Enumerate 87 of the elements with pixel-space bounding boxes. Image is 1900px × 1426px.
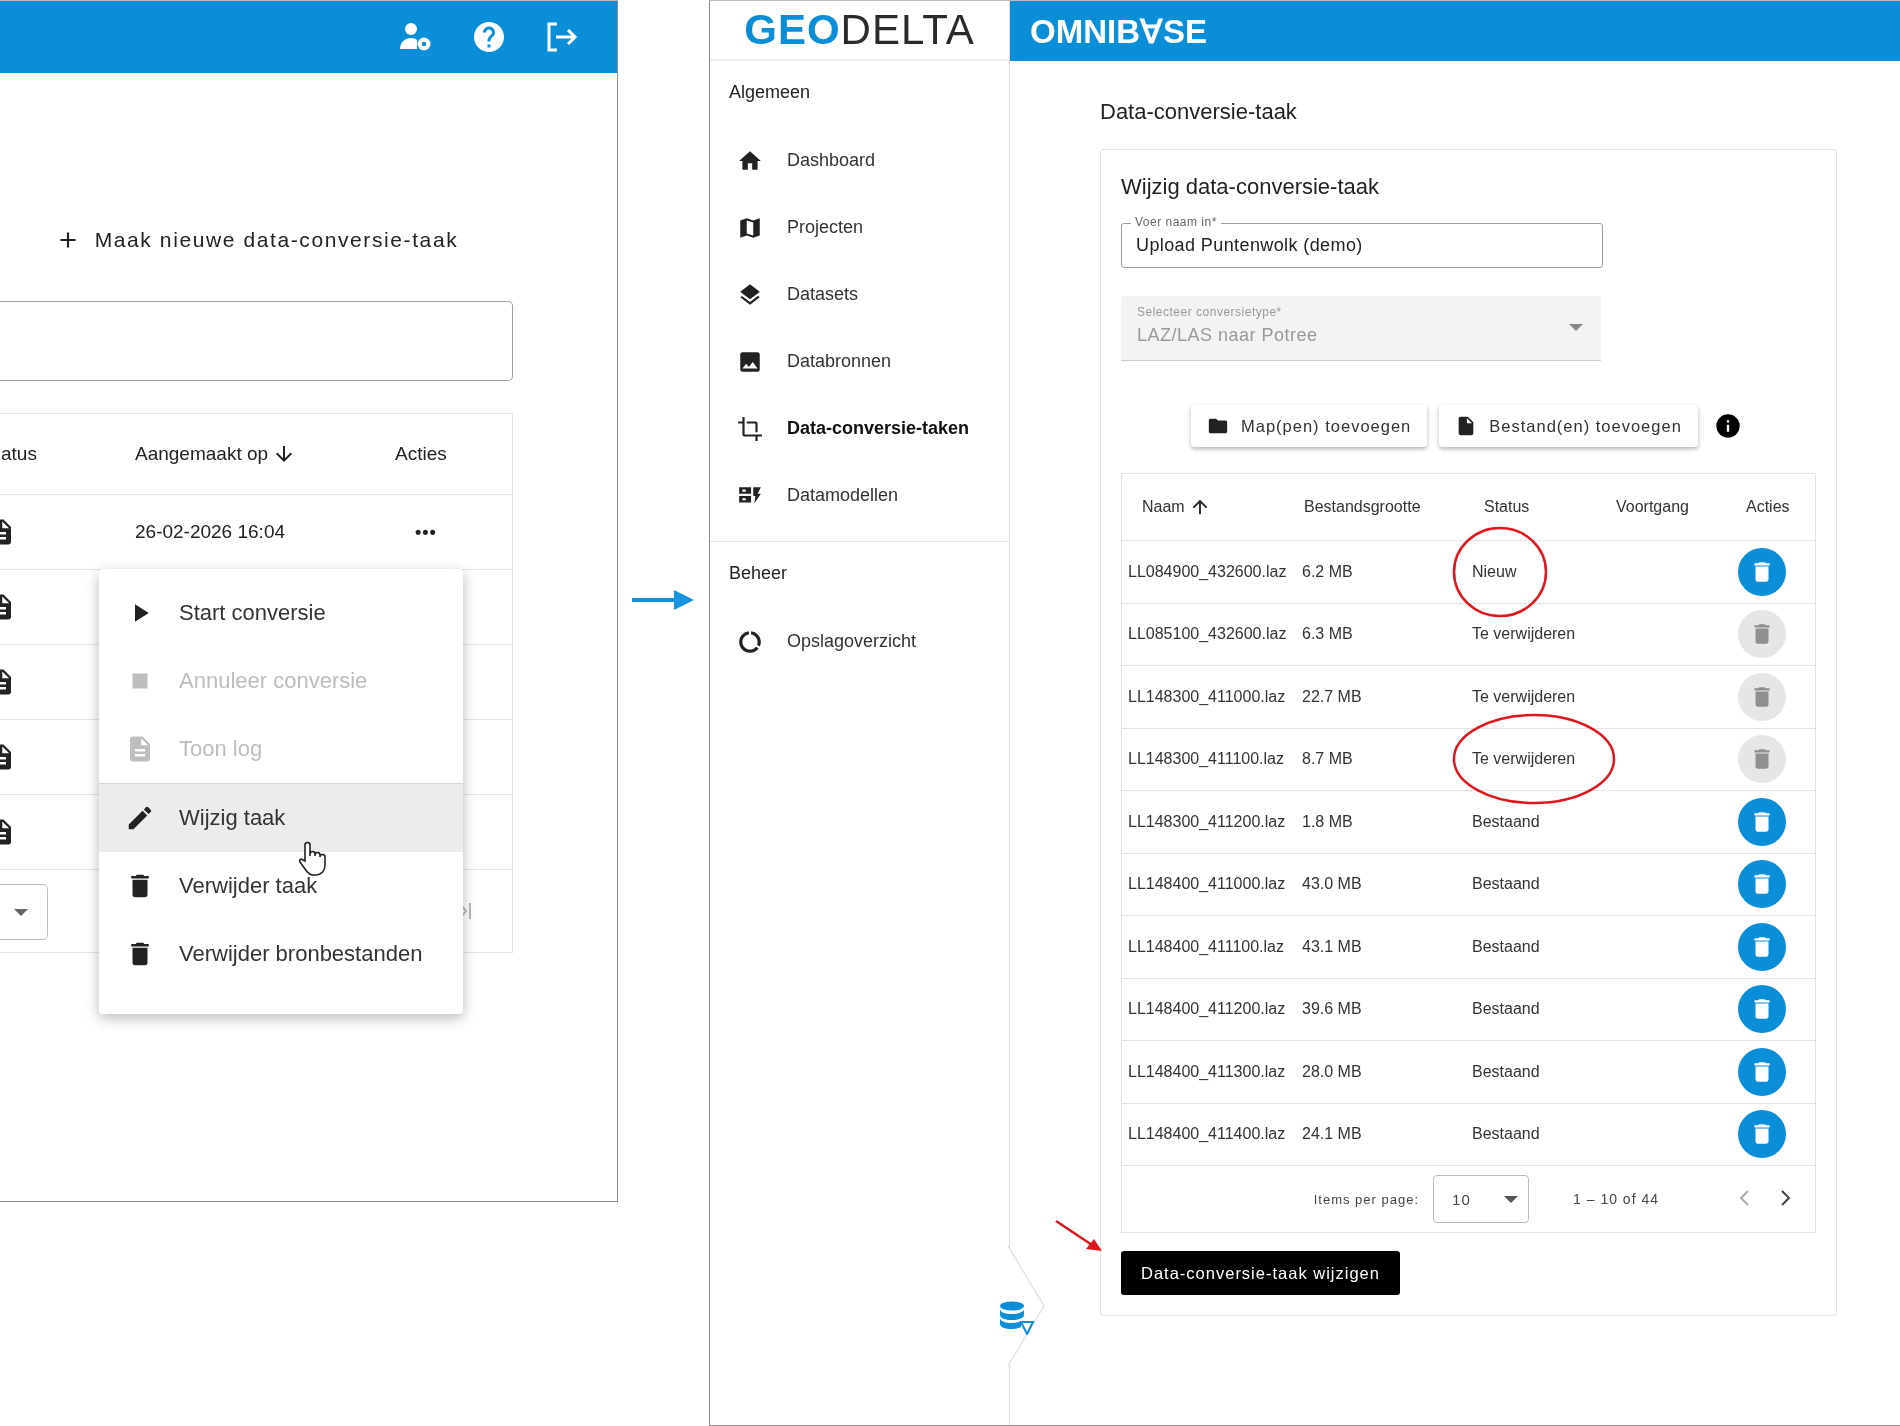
ring-icon	[737, 628, 763, 655]
table-cell: Bestaand	[1472, 875, 1540, 894]
delete-button[interactable]	[1738, 1047, 1786, 1096]
table-cell-text: 26-02-2026 16:04	[135, 521, 286, 543]
page-range: 1 – 10 of 44	[1573, 1191, 1659, 1207]
add-button[interactable]: Bestand(en) toevoegen	[1439, 405, 1698, 447]
section-heading: Beheer	[728, 562, 789, 585]
table-cell-text: LL148400_411000.laz	[1127, 875, 1287, 894]
delete-button[interactable]	[1738, 985, 1786, 1034]
sidebar-item[interactable]: Opslagoverzicht	[710, 608, 1009, 675]
new-task-button[interactable]: Maak nieuwe data-conversie-taak	[46, 223, 467, 257]
help-icon[interactable]	[471, 19, 507, 55]
column-header: Acties	[1746, 498, 1790, 516]
user-settings-icon[interactable]	[399, 21, 433, 53]
delete-button[interactable]	[1738, 547, 1786, 596]
table-cell-text: 1.8 MB	[1302, 812, 1354, 831]
table-cell: Bestaand	[1472, 937, 1540, 956]
menu-item[interactable]: Verwijder taak	[99, 852, 463, 920]
table-cell-text: LL148400_411300.laz	[1127, 1062, 1287, 1081]
table-cell-text: LL148300_411200.laz	[1127, 812, 1287, 831]
product-logo: OMNIB∀SE	[1030, 11, 1207, 51]
table-cell-text: 43.0 MB	[1302, 875, 1363, 894]
delete-button[interactable]	[1738, 860, 1786, 909]
page-size-select[interactable]: 10	[1433, 1175, 1530, 1223]
table-cell-text: LL084900_432600.laz	[1127, 562, 1288, 581]
menu-item[interactable]: Verwijder bronbestanden	[99, 920, 463, 988]
column-header: atus	[1, 443, 37, 465]
table-cell-text: 43.1 MB	[1302, 937, 1363, 956]
table-cell-text: LL148400_411200.laz	[1127, 1000, 1287, 1019]
table-cell: Bestaand	[1472, 1125, 1540, 1144]
crop-icon	[737, 415, 763, 442]
table-cell: Bestaand	[1472, 812, 1540, 831]
table-cell-text: LL085100_432600.laz	[1127, 625, 1288, 644]
table-cell-text: 39.6 MB	[1302, 1000, 1363, 1019]
table-cell: Te verwijderen	[1472, 625, 1576, 644]
column-header: Voortgang	[1616, 498, 1689, 516]
table-cell: Te verwijderen	[1472, 687, 1576, 706]
caret-icon	[1504, 1195, 1519, 1203]
section-heading: Algemeen	[728, 81, 812, 104]
arrow	[632, 588, 694, 612]
sidebar-item[interactable]: Datamodellen	[710, 462, 1009, 529]
input-field[interactable]	[0, 301, 513, 381]
table-cell-text: 6.3 MB	[1302, 625, 1354, 644]
sidebar-item[interactable]: Databronnen	[710, 328, 1009, 395]
database-icon	[999, 1301, 1035, 1335]
column-header: Bestandsgrootte	[1304, 498, 1421, 516]
sidebar-item[interactable]: Dashboard	[710, 127, 1009, 194]
table-cell-text: 6.2 MB	[1302, 562, 1354, 581]
delete-button[interactable]	[1738, 1110, 1786, 1159]
form-title: Wijzig data-conversie-taak	[1121, 174, 1380, 200]
table-cell-text: 28.0 MB	[1302, 1062, 1363, 1081]
caret-icon	[14, 908, 28, 916]
table-cell-text: LL148300_411000.laz	[1127, 687, 1287, 706]
page-title: Data-conversie-taak	[1100, 99, 1298, 126]
info-icon[interactable]	[1713, 412, 1742, 440]
table-cell: Bestaand	[1472, 1062, 1540, 1081]
caret-icon	[1569, 324, 1583, 331]
last-page-icon[interactable]	[462, 900, 472, 922]
table-cell-text: LL148400_411100.laz	[1127, 937, 1285, 956]
submit-button[interactable]: Data-conversie-taak wijzigen	[1121, 1251, 1400, 1295]
table-cell-text: LL148400_411400.laz	[1127, 1125, 1287, 1144]
table-cell-text: LL148300_411100.laz	[1127, 750, 1285, 769]
menu-item[interactable]: Start conversie	[99, 579, 463, 647]
sidebar-item[interactable]: Projecten	[710, 194, 1009, 261]
table-cell: Nieuw	[1472, 562, 1517, 581]
delete-button[interactable]	[1738, 797, 1786, 846]
items-per-page-label: Items per page:	[1313, 1191, 1420, 1207]
pointer-arrow	[1054, 1219, 1104, 1253]
logo: GEODELTA	[710, 1, 1009, 61]
table-cell-text: 8.7 MB	[1302, 750, 1354, 769]
table-cell-text: 22.7 MB	[1302, 687, 1363, 706]
column-header[interactable]: Aangemaakt op	[135, 442, 297, 466]
table-cell: Bestaand	[1472, 1000, 1540, 1019]
delete-button[interactable]	[1738, 922, 1786, 971]
menu-item[interactable]: Wijzig taak	[99, 784, 463, 852]
sidebar-item[interactable]: Data-conversie-taken	[710, 395, 1009, 462]
column-header: Acties	[395, 443, 447, 465]
hand-cursor-icon	[296, 841, 326, 877]
sidebar-item[interactable]: Datasets	[710, 261, 1009, 328]
add-button[interactable]: Map(pen) toevoegen	[1191, 405, 1428, 447]
table-cell-text: 24.1 MB	[1302, 1125, 1363, 1144]
more-button[interactable]: •••	[415, 521, 437, 543]
page-size-select[interactable]	[0, 884, 48, 940]
logout-icon[interactable]	[545, 21, 579, 53]
column-header[interactable]: Naam	[1142, 496, 1211, 518]
column-header: Status	[1484, 498, 1530, 516]
table-cell: Te verwijderen	[1472, 750, 1576, 769]
